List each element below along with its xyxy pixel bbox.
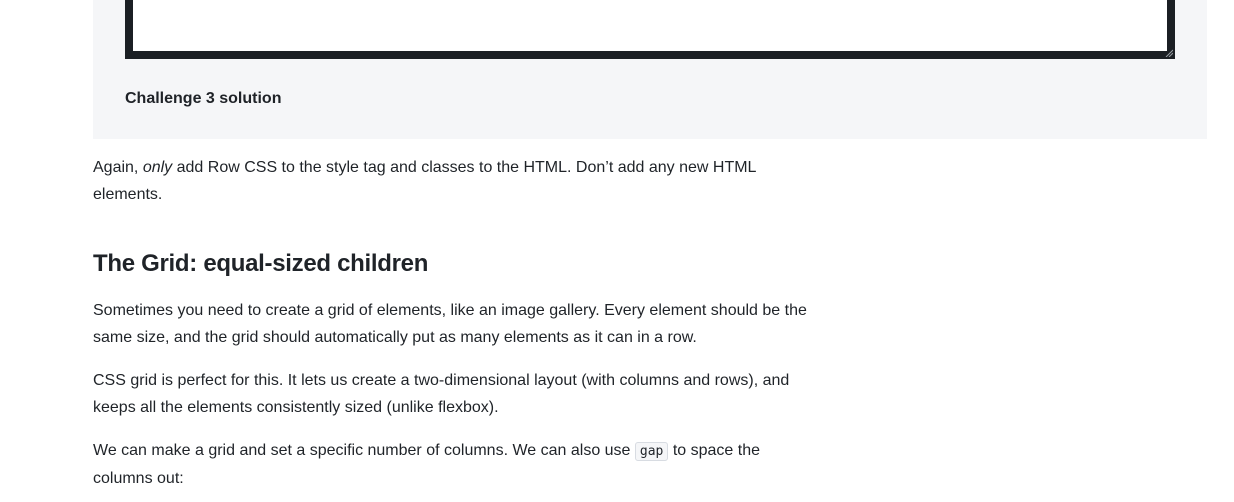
intro-paragraph: Again, only add Row CSS to the style tag…: [93, 154, 823, 208]
article-content: Again, only add Row CSS to the style tag…: [93, 154, 823, 502]
code-editor-frame: [125, 0, 1175, 59]
page: Challenge 3 solution Again, only add Row…: [0, 0, 1234, 502]
challenge-solution-toggle[interactable]: Challenge 3 solution: [125, 90, 281, 108]
section-paragraph-3: We can make a grid and set a specific nu…: [93, 437, 823, 492]
paragraph-3-text-before: We can make a grid and set a specific nu…: [93, 442, 635, 459]
resize-grip-icon[interactable]: [1165, 49, 1173, 57]
intro-text-before: Again,: [93, 159, 143, 176]
inline-code-gap: gap: [634, 442, 669, 461]
section-paragraph-1: Sometimes you need to create a grid of e…: [93, 302, 807, 346]
section-heading: The Grid: equal-sized children: [93, 250, 429, 277]
intro-text-after: add Row CSS to the style tag and classes…: [93, 159, 756, 203]
intro-emphasis: only: [142, 159, 173, 176]
code-editor-textarea[interactable]: [133, 0, 1167, 51]
section-paragraph-2: CSS grid is perfect for this. It lets us…: [93, 372, 790, 416]
challenge-panel: Challenge 3 solution: [93, 0, 1207, 139]
